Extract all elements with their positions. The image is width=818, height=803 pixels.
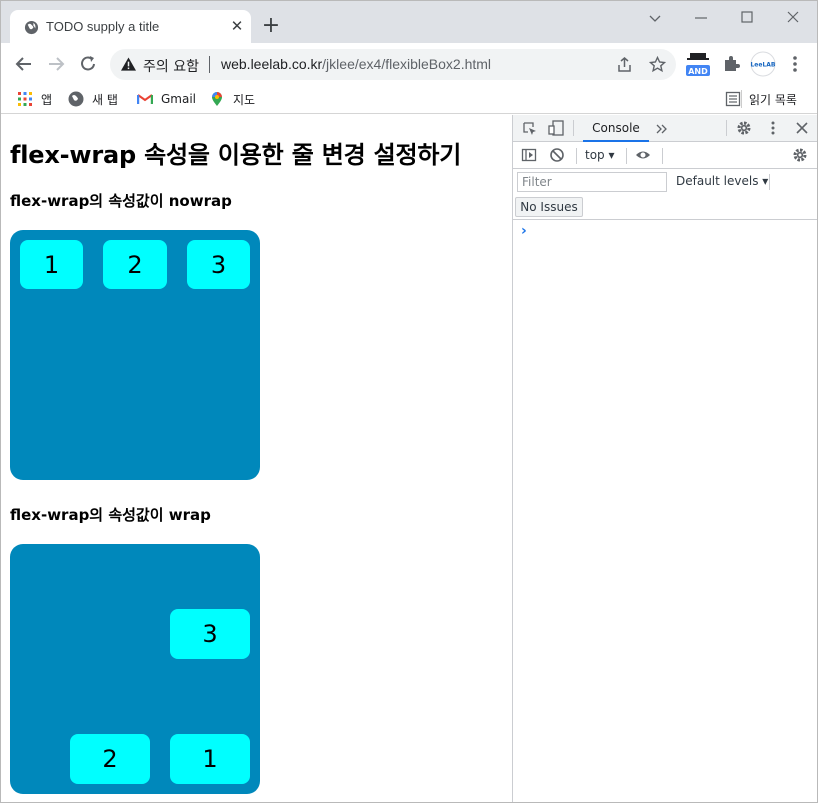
filter-input[interactable]: Filter	[517, 172, 667, 192]
warning-triangle-icon[interactable]	[121, 57, 136, 71]
clear-console-icon[interactable]	[549, 147, 565, 163]
flex-item: 3	[187, 240, 250, 289]
back-arrow-icon[interactable]	[14, 54, 34, 74]
section-title-wrap: flex-wrap의 속성값이 wrap	[10, 506, 211, 524]
reading-list[interactable]: 읽기 목록	[725, 88, 797, 110]
bookmark-new-tab-label: 새 탭	[92, 92, 118, 107]
flex-item: 3	[170, 609, 250, 659]
flex-item: 2	[70, 734, 150, 784]
tab-strip: TODO supply a title ✕ +	[1, 1, 817, 43]
share-icon[interactable]	[616, 56, 633, 73]
tab-title: TODO supply a title	[46, 19, 160, 34]
tab-close-icon[interactable]: ✕	[229, 18, 245, 34]
close-devtools-icon[interactable]	[794, 120, 810, 136]
bookmark-maps-label: 지도	[233, 92, 256, 107]
issues-row: No Issues	[513, 195, 817, 220]
bookmark-gmail[interactable]: Gmail	[137, 88, 196, 110]
devtools-tabbar: Console	[513, 115, 817, 142]
profile-label: LeeLAB	[750, 62, 775, 69]
devtools-separator	[769, 174, 770, 190]
page-title: flex-wrap 속성을 이용한 줄 변경 설정하기	[10, 141, 462, 169]
bookmark-apps[interactable]: 앱	[17, 88, 52, 110]
security-status-label[interactable]: 주의 요함	[143, 56, 199, 76]
tab-search-chevron-icon[interactable]	[643, 9, 667, 29]
devtools-separator	[726, 120, 727, 136]
close-window-icon[interactable]	[781, 7, 805, 27]
url-path: /jklee/ex4/flexibleBox2.html	[322, 56, 492, 72]
reading-list-label: 읽기 목록	[749, 92, 797, 107]
puzzle-extensions-icon[interactable]	[721, 54, 741, 74]
devtools-separator	[573, 120, 574, 136]
sidebar-toggle-icon[interactable]	[521, 147, 537, 163]
globe-icon	[24, 20, 39, 35]
apps-grid-icon	[18, 92, 32, 106]
live-expression-eye-icon[interactable]	[635, 147, 651, 163]
url-text[interactable]: web.leelab.co.kr/jklee/ex4/flexibleBox2.…	[221, 56, 491, 72]
issues-button[interactable]: No Issues	[515, 197, 583, 217]
settings-gear-icon[interactable]	[736, 120, 752, 136]
devtools-separator	[576, 148, 577, 164]
console-prompt[interactable]: ›	[521, 223, 527, 239]
extension-badge: AND	[688, 67, 708, 76]
flex-item: 1	[170, 734, 250, 784]
context-selector-label: top	[585, 148, 605, 162]
console-toolbar: top ▾	[513, 142, 817, 169]
new-tab-plus-icon[interactable]: +	[261, 15, 281, 37]
flex-container-nowrap: 1 2 3	[10, 230, 260, 480]
map-pin-icon	[212, 92, 222, 106]
inspect-element-icon[interactable]	[522, 121, 538, 137]
devtools-panel: Console top ▾ Filter Default levels ▾ No…	[512, 115, 817, 802]
maximize-icon[interactable]	[735, 7, 759, 27]
log-levels-dropdown[interactable]: Default levels ▾	[676, 174, 768, 188]
flex-item: 1	[20, 240, 83, 289]
minimize-icon[interactable]	[689, 7, 713, 27]
flex-container-wrap: 1 2 3	[10, 544, 260, 794]
bookmark-apps-label: 앱	[41, 92, 53, 107]
devtools-separator	[626, 148, 627, 164]
browser-window: TODO supply a title ✕ + 주의 요함 web.leelab…	[0, 0, 818, 803]
url-separator	[209, 56, 210, 73]
context-selector[interactable]: top ▾	[585, 148, 615, 162]
address-bar[interactable]: 주의 요함 web.leelab.co.kr/jklee/ex4/flexibl…	[110, 49, 676, 80]
reload-icon[interactable]	[78, 54, 98, 74]
devtools-separator	[662, 148, 663, 164]
log-levels-label: Default levels	[676, 174, 759, 188]
profile-avatar[interactable]: LeeLAB	[750, 51, 776, 77]
more-tabs-chevron-icon[interactable]	[654, 121, 670, 137]
bookmark-gmail-label: Gmail	[161, 92, 197, 106]
forward-arrow-icon[interactable]	[46, 54, 66, 74]
section-title-nowrap: flex-wrap의 속성값이 nowrap	[10, 192, 232, 210]
reading-list-icon	[725, 91, 741, 107]
bookmarks-bar: 앱 새 탭 Gmail 지도 읽기 목록	[1, 86, 817, 114]
globe-icon	[68, 91, 84, 107]
page-content: flex-wrap 속성을 이용한 줄 변경 설정하기 flex-wrap의 속…	[1, 115, 512, 802]
kebab-menu-icon[interactable]	[785, 54, 805, 74]
browser-tab-active[interactable]: TODO supply a title ✕	[10, 10, 251, 43]
incognito-extension-icon[interactable]: AND	[685, 49, 711, 79]
url-host: web.leelab.co.kr	[221, 56, 323, 72]
flex-item: 2	[103, 240, 167, 289]
bookmark-star-icon[interactable]	[649, 56, 666, 73]
bookmark-maps[interactable]: 지도	[209, 88, 255, 110]
devtools-kebab-icon[interactable]	[765, 120, 781, 136]
tab-console[interactable]: Console	[583, 115, 649, 142]
device-toggle-icon[interactable]	[548, 120, 564, 136]
bookmark-new-tab[interactable]: 새 탭	[68, 88, 118, 110]
console-settings-gear-icon[interactable]	[792, 147, 808, 163]
browser-toolbar: 주의 요함 web.leelab.co.kr/jklee/ex4/flexibl…	[1, 43, 817, 86]
filter-row: Filter Default levels ▾	[513, 169, 817, 195]
gmail-icon	[137, 94, 153, 104]
